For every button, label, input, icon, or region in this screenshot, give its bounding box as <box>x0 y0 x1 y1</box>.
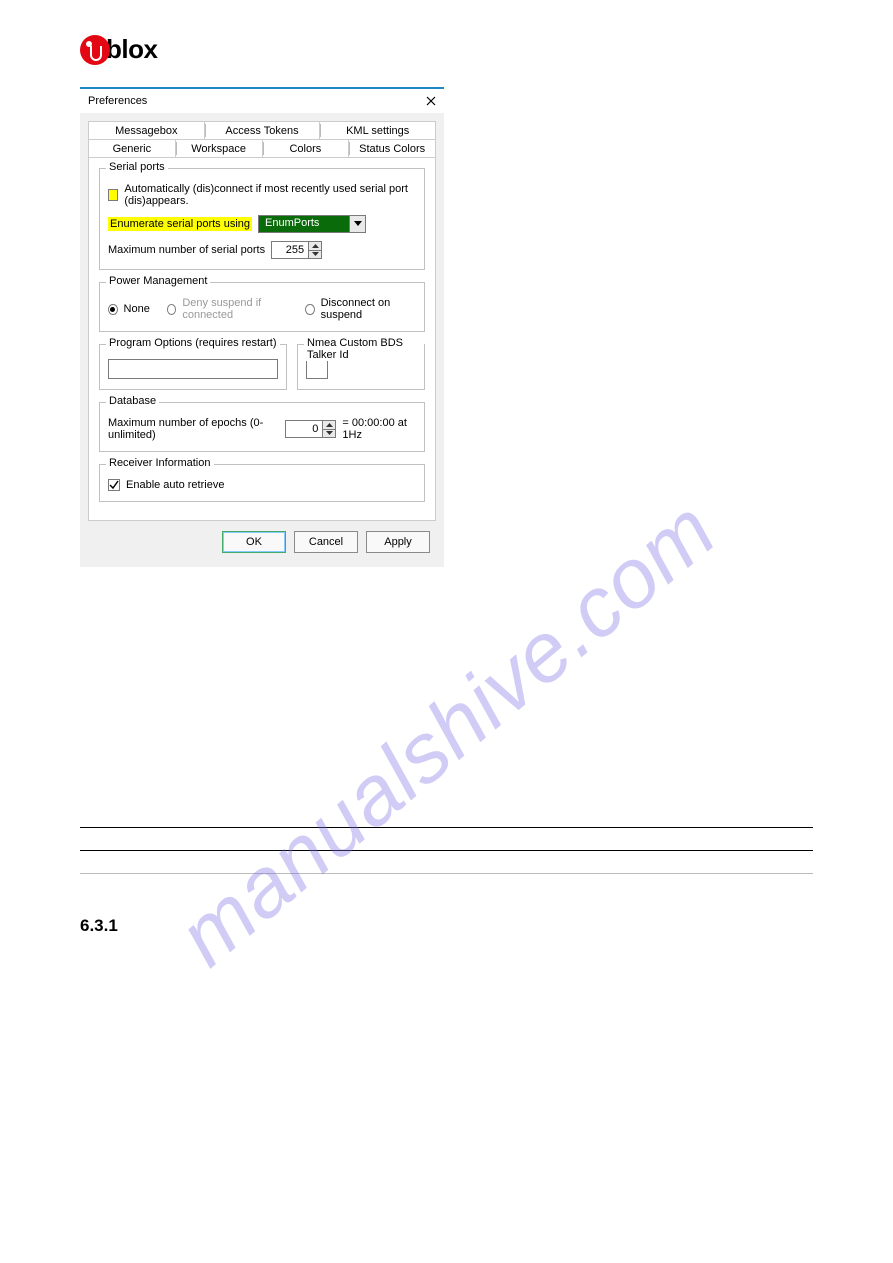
chevron-down-icon[interactable] <box>323 430 335 438</box>
cancel-button[interactable]: Cancel <box>294 531 358 553</box>
legend-receiver: Receiver Information <box>106 457 214 469</box>
group-nmea-talker: Nmea Custom BDS Talker Id <box>297 344 425 390</box>
tab-workspace[interactable]: Workspace <box>176 139 263 157</box>
group-database: Database Maximum number of epochs (0-unl… <box>99 402 425 452</box>
label-enum-ports: Enumerate serial ports using <box>108 217 252 231</box>
radio-deny-suspend <box>167 304 177 315</box>
group-power-management: Power Management None Deny suspend if co… <box>99 282 425 332</box>
input-nmea-talker[interactable] <box>306 359 328 379</box>
spinner-max-ports[interactable] <box>271 241 322 259</box>
chevron-down-icon[interactable] <box>349 216 365 232</box>
radio-none[interactable] <box>108 304 118 315</box>
spinner-epochs-value[interactable] <box>286 421 322 437</box>
ublox-logo-text: blox <box>106 34 157 65</box>
legend-serial-ports: Serial ports <box>106 161 168 173</box>
tab-access-tokens[interactable]: Access Tokens <box>205 121 321 139</box>
horizontal-rules <box>80 827 813 874</box>
combo-enum-ports[interactable]: EnumPorts <box>258 215 366 233</box>
chevron-up-icon[interactable] <box>323 421 335 430</box>
tab-kml-settings[interactable]: KML settings <box>320 121 436 139</box>
label-max-ports: Maximum number of serial ports <box>108 244 265 256</box>
combo-enum-value: EnumPorts <box>259 216 349 232</box>
legend-database: Database <box>106 395 159 407</box>
label-auto-retrieve: Enable auto retrieve <box>126 479 224 491</box>
legend-power: Power Management <box>106 275 210 287</box>
preferences-screenshot: Preferences Messagebox Access Tokens KML… <box>80 87 444 567</box>
legend-program-options: Program Options (requires restart) <box>106 337 280 349</box>
tab-messagebox[interactable]: Messagebox <box>88 121 205 139</box>
ublox-logo: blox <box>80 34 813 65</box>
label-epochs-suffix: = 00:00:00 at 1Hz <box>342 417 416 441</box>
chevron-down-icon[interactable] <box>309 251 321 259</box>
label-disconnect-suspend: Disconnect on suspend <box>321 297 416 321</box>
group-program-options: Program Options (requires restart) <box>99 344 287 390</box>
window-titlebar: Preferences <box>80 89 444 113</box>
ublox-logo-mark <box>80 35 110 65</box>
tab-colors[interactable]: Colors <box>263 139 350 157</box>
legend-nmea: Nmea Custom BDS Talker Id <box>304 337 424 361</box>
label-deny-suspend: Deny suspend if connected <box>182 297 293 321</box>
ok-button[interactable]: OK <box>222 531 286 553</box>
chevron-up-icon[interactable] <box>309 242 321 251</box>
group-receiver-info: Receiver Information Enable auto retriev… <box>99 464 425 502</box>
checkbox-auto-retrieve[interactable] <box>108 479 120 491</box>
section-number: 6.3.1 <box>80 916 813 936</box>
window-title: Preferences <box>88 95 147 107</box>
group-serial-ports: Serial ports Automatically (dis)connect … <box>99 168 425 270</box>
tab-status-colors[interactable]: Status Colors <box>349 139 436 157</box>
label-none: None <box>124 303 150 315</box>
label-epochs: Maximum number of epochs (0-unlimited) <box>108 417 279 441</box>
apply-button[interactable]: Apply <box>366 531 430 553</box>
input-program-options[interactable] <box>108 359 278 379</box>
checkbox-auto-connect[interactable] <box>108 189 118 201</box>
radio-disconnect-suspend[interactable] <box>305 304 315 315</box>
spinner-max-ports-value[interactable] <box>272 242 308 258</box>
close-icon[interactable] <box>426 96 436 106</box>
spinner-epochs[interactable] <box>285 420 336 438</box>
label-auto-connect: Automatically (dis)connect if most recen… <box>124 183 416 207</box>
tab-generic[interactable]: Generic <box>88 139 176 157</box>
